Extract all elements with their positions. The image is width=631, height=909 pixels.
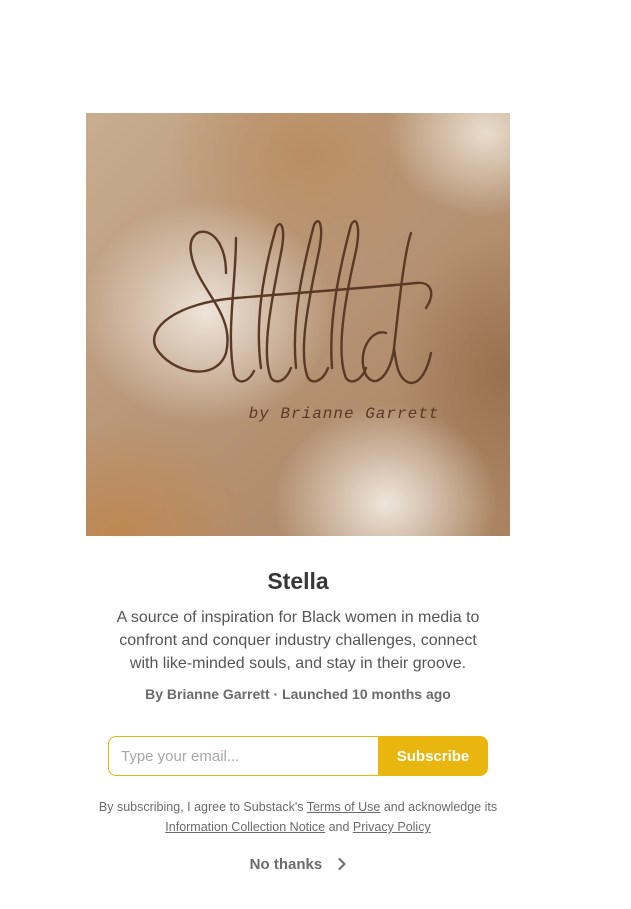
subscribe-form: Subscribe bbox=[108, 736, 488, 776]
subscribe-page: by Brianne Garrett Stella A source of in… bbox=[0, 0, 631, 909]
legal-prefix: By subscribing, I agree to Substack's bbox=[98, 800, 307, 814]
cover-image: by Brianne Garrett bbox=[86, 113, 510, 536]
legal-middle: and acknowledge its bbox=[380, 800, 498, 814]
publication-description: A source of inspiration for Black women … bbox=[116, 609, 480, 672]
publication-meta: By Brianne Garrett · Launched 10 months … bbox=[145, 686, 451, 702]
no-thanks-label: No thanks bbox=[249, 856, 323, 873]
subscribe-button[interactable]: Subscribe bbox=[378, 736, 488, 776]
no-thanks-button[interactable]: No thanks bbox=[0, 856, 596, 874]
information-collection-notice-link[interactable]: Information Collection Notice bbox=[165, 820, 325, 834]
legal-and: and bbox=[325, 820, 353, 834]
stella-logo bbox=[153, 219, 433, 385]
terms-of-use-link[interactable]: Terms of Use bbox=[307, 800, 381, 814]
legal-notice: By subscribing, I agree to Substack's Te… bbox=[96, 797, 500, 837]
chevron-right-icon bbox=[338, 857, 346, 874]
privacy-policy-link[interactable]: Privacy Policy bbox=[353, 820, 431, 834]
cover-byline: by Brianne Garrett bbox=[248, 405, 440, 423]
publication-title: Stella bbox=[267, 568, 329, 594]
email-input[interactable] bbox=[108, 736, 378, 776]
